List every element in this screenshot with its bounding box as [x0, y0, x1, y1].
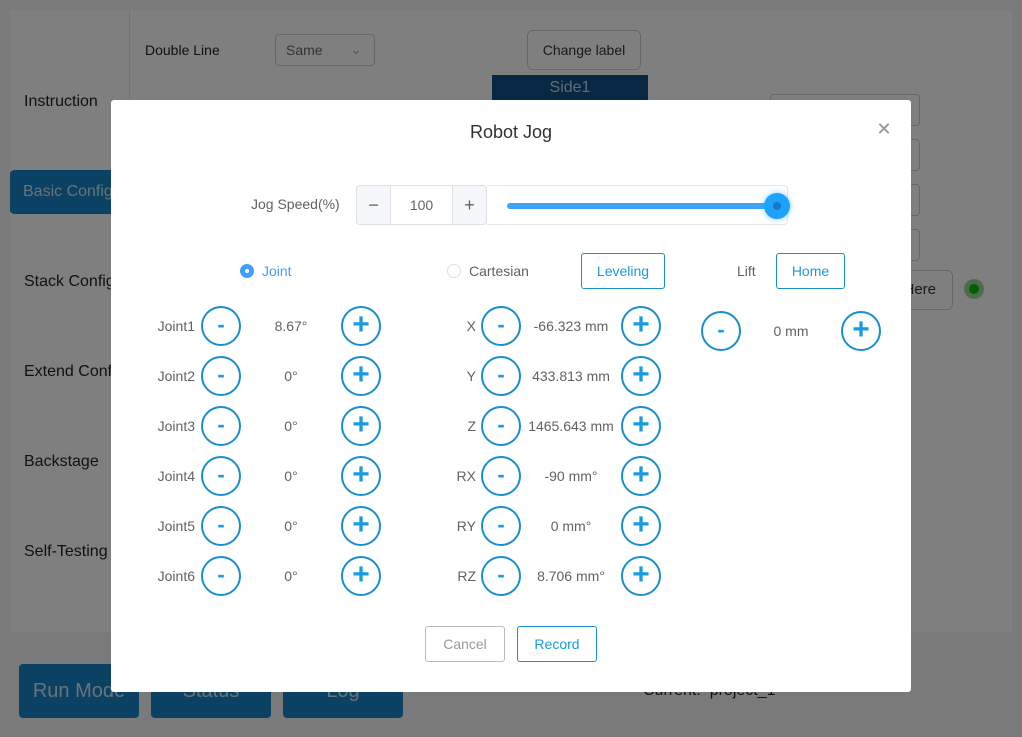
- jog-speed-slider[interactable]: [487, 185, 790, 225]
- minus-button[interactable]: -: [201, 506, 241, 546]
- minus-button[interactable]: -: [201, 456, 241, 496]
- increase-button[interactable]: +: [453, 186, 486, 224]
- minus-button[interactable]: -: [201, 406, 241, 446]
- axis-label: Joint6: [157, 568, 195, 584]
- minus-button[interactable]: -: [481, 306, 521, 346]
- axis-label: RX: [456, 468, 476, 484]
- axis-label: X: [466, 318, 476, 334]
- axis-label: Z: [467, 418, 476, 434]
- jog-speed-input[interactable]: 100: [390, 186, 453, 224]
- axis-label: RZ: [457, 568, 476, 584]
- plus-button[interactable]: +: [341, 556, 381, 596]
- close-icon[interactable]: ✕: [875, 120, 893, 138]
- axis-value: 0 mm°: [550, 518, 592, 534]
- axis-label: Joint5: [157, 518, 195, 534]
- axis-label: Joint2: [157, 368, 195, 384]
- jog-speed-stepper: − 100 +: [356, 185, 487, 225]
- plus-button[interactable]: +: [341, 456, 381, 496]
- axis-label: Joint4: [157, 468, 195, 484]
- jog-speed-label: Jog Speed(%): [251, 196, 340, 212]
- axis-label: Joint3: [157, 418, 195, 434]
- plus-button[interactable]: +: [341, 406, 381, 446]
- axis-value: -66.323 mm: [533, 318, 609, 334]
- slider-handle[interactable]: [764, 193, 790, 219]
- radio-icon[interactable]: [447, 264, 461, 278]
- robot-jog-dialog: Robot Jog ✕ Jog Speed(%) − 100 + Joint C…: [111, 100, 911, 692]
- minus-button[interactable]: -: [481, 456, 521, 496]
- slider-track[interactable]: [507, 193, 790, 219]
- cancel-button[interactable]: Cancel: [425, 626, 505, 662]
- axis-value: 0°: [284, 518, 298, 534]
- lift-plus-button[interactable]: +: [841, 311, 881, 351]
- axis-value: 8.67°: [274, 318, 308, 334]
- home-button[interactable]: Home: [776, 253, 845, 289]
- minus-button[interactable]: -: [201, 306, 241, 346]
- radio-label: Cartesian: [469, 263, 529, 279]
- minus-button[interactable]: -: [481, 356, 521, 396]
- lift-label: Lift: [737, 263, 756, 279]
- plus-button[interactable]: +: [621, 306, 661, 346]
- minus-button[interactable]: -: [201, 356, 241, 396]
- axis-value: 0°: [284, 468, 298, 484]
- axis-value: -90 mm°: [544, 468, 598, 484]
- leveling-button[interactable]: Leveling: [581, 253, 665, 289]
- axis-value: 433.813 mm: [532, 368, 610, 384]
- plus-button[interactable]: +: [621, 406, 661, 446]
- radio-label: Joint: [262, 263, 292, 279]
- record-button[interactable]: Record: [517, 626, 597, 662]
- lift-minus-button[interactable]: -: [701, 311, 741, 351]
- dialog-title: Robot Jog: [469, 122, 553, 142]
- lift-value: 0 mm: [773, 323, 809, 339]
- plus-button[interactable]: +: [341, 356, 381, 396]
- axis-label: RY: [456, 518, 476, 534]
- plus-button[interactable]: +: [621, 556, 661, 596]
- decrease-button[interactable]: −: [357, 186, 390, 224]
- axis-value: 0°: [284, 418, 298, 434]
- plus-button[interactable]: +: [621, 356, 661, 396]
- radio-icon[interactable]: [240, 264, 254, 278]
- minus-button[interactable]: -: [481, 556, 521, 596]
- minus-button[interactable]: -: [481, 506, 521, 546]
- axis-value: 0°: [284, 568, 298, 584]
- plus-button[interactable]: +: [621, 506, 661, 546]
- plus-button[interactable]: +: [621, 456, 661, 496]
- axis-value: 8.706 mm°: [537, 568, 605, 584]
- axis-value: 0°: [284, 368, 298, 384]
- axis-label: Joint1: [157, 318, 195, 334]
- minus-button[interactable]: -: [481, 406, 521, 446]
- axis-value: 1465.643 mm: [528, 418, 614, 434]
- minus-button[interactable]: -: [201, 556, 241, 596]
- slider-fill: [507, 203, 777, 209]
- plus-button[interactable]: +: [341, 506, 381, 546]
- plus-button[interactable]: +: [341, 306, 381, 346]
- axis-label: Y: [466, 368, 476, 384]
